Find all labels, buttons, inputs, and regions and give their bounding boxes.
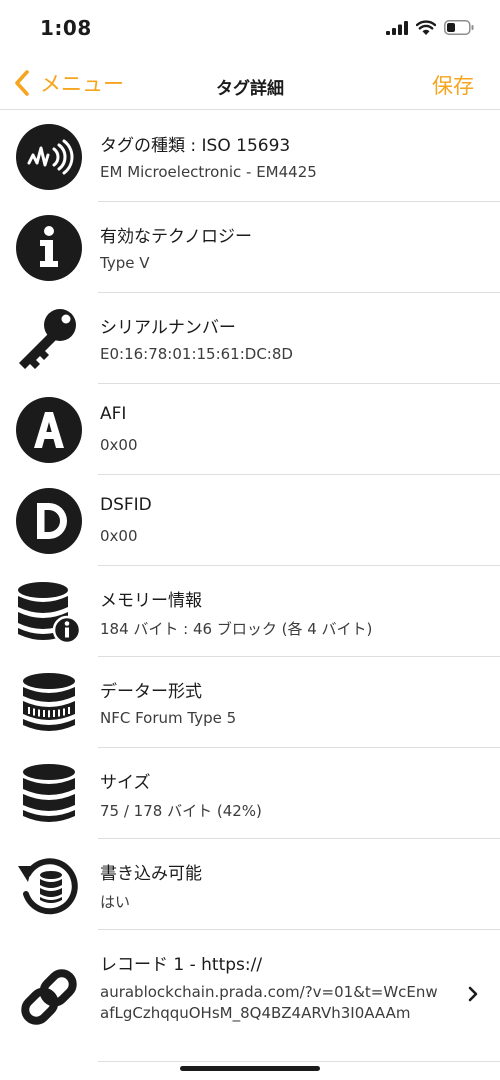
row-title: AFI [100,404,127,424]
status-time: 1:08 [40,16,92,40]
key-icon [16,306,82,372]
row-memory-info: メモリー情報 184 バイト : 46 ブロック (各 4 バイト) [0,566,500,657]
nfc-signal-icon [16,124,82,190]
page-title: タグ詳細 [216,79,284,99]
row-value: NFC Forum Type 5 [100,709,237,727]
row-afi: AFI 0x00 [0,384,500,475]
database-info-icon [16,579,82,645]
row-value: 0x00 [100,436,138,454]
row-value: はい [100,893,131,911]
status-icons [386,20,474,35]
row-value: Type V [100,254,150,272]
row-technologies: 有効なテクノロジー Type V [0,202,500,293]
home-indicator [180,1066,320,1071]
tag-detail-list: タグの種類 : ISO 15693 EM Microelectronic - E… [0,111,500,1062]
letter-a-icon [16,397,82,463]
database-icon [16,761,82,827]
status-bar: 1:08 [0,0,500,60]
row-writable: 書き込み可能 はい [0,839,500,930]
info-icon [16,215,82,281]
database-rewrite-icon [16,852,82,918]
row-value: 75 / 178 バイト (42%) [100,802,262,820]
row-title: 書き込み可能 [100,864,202,884]
row-title: レコード 1 - https:// [100,955,263,975]
row-value: EM Microelectronic - EM4425 [100,163,317,181]
row-title: タグの種類 : ISO 15693 [100,136,291,156]
wifi-icon [416,20,436,35]
row-title: データー形式 [100,682,202,702]
row-tag-type: タグの種類 : ISO 15693 EM Microelectronic - E… [0,111,500,202]
link-icon [16,964,82,1030]
row-title: サイズ [100,773,151,793]
navigation-bar: メニュー タグ詳細 保存 [0,60,500,110]
record-url: aurablockchain.prada.com/?v=01&t=WcEnwaf… [100,983,438,1022]
row-title: DSFID [100,495,152,515]
row-value: E0:16:78:01:15:61:DC:8D [100,345,293,363]
row-serial-number: シリアルナンバー E0:16:78:01:15:61:DC:8D [0,293,500,384]
row-size: サイズ 75 / 178 バイト (42%) [0,748,500,839]
row-title: メモリー情報 [100,591,202,611]
row-record-1[interactable]: レコード 1 - https:// aurablockchain.prada.c… [0,930,500,1062]
row-dsfid: DSFID 0x00 [0,475,500,566]
cellular-signal-icon [386,20,408,35]
row-value: 184 バイト : 46 ブロック (各 4 バイト) [100,620,373,638]
row-data-format: データー形式 NFC Forum Type 5 [0,657,500,748]
battery-icon [444,20,474,35]
row-title: 有効なテクノロジー [100,227,252,247]
chevron-right-icon [468,986,478,1002]
row-title: シリアルナンバー [100,318,236,338]
save-button[interactable]: 保存 [432,70,474,100]
letter-d-icon [16,488,82,554]
row-value: 0x00 [100,527,138,545]
database-format-icon [16,670,82,736]
